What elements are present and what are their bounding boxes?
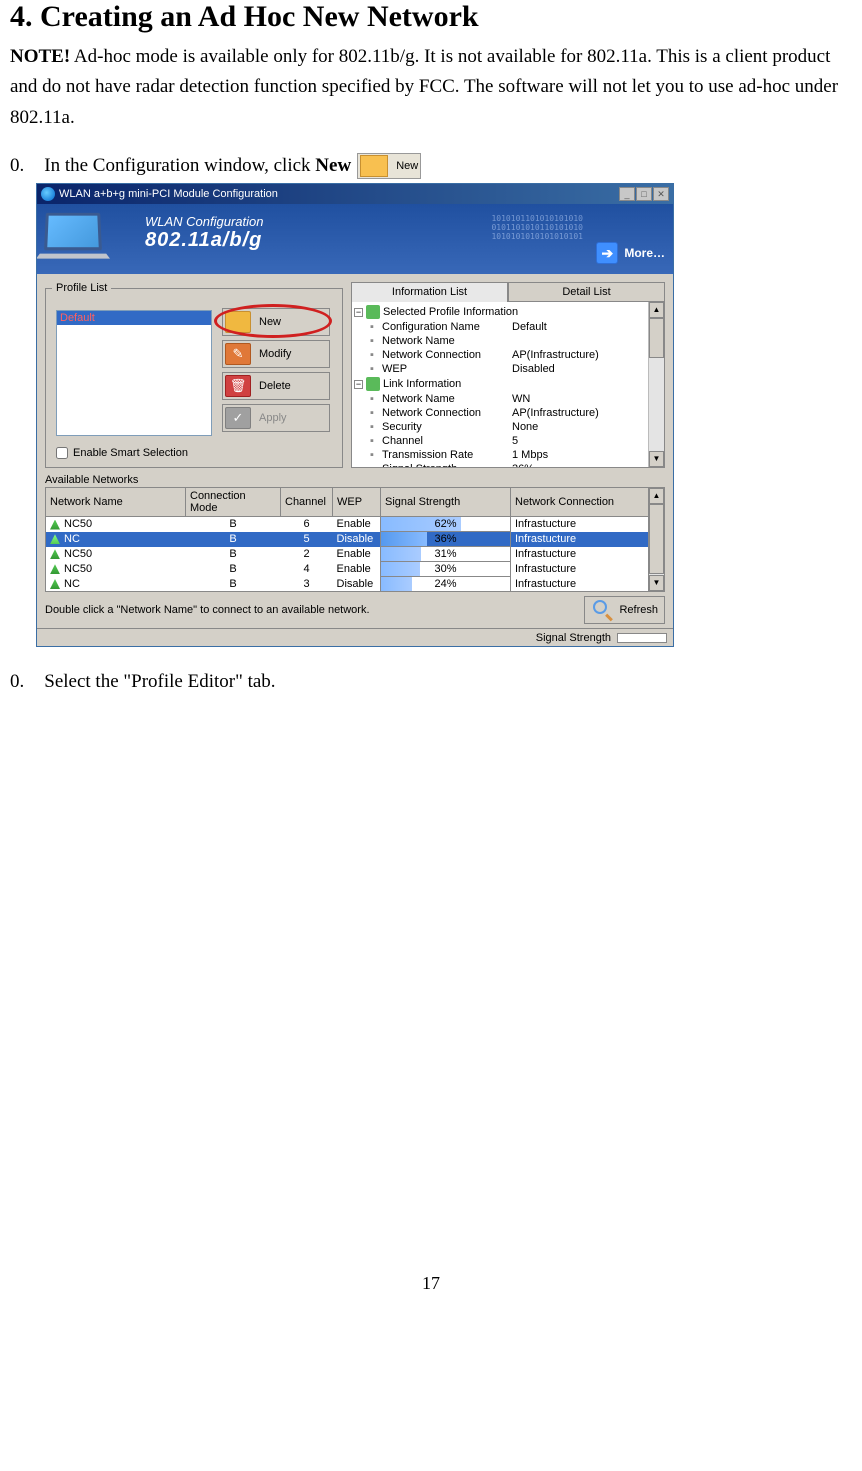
col-wep[interactable]: WEP: [333, 488, 381, 517]
col-connection-mode[interactable]: Connection Mode: [186, 488, 281, 517]
window-titlebar[interactable]: WLAN a+b+g mini-PCI Module Configuration…: [37, 184, 673, 204]
available-networks-table[interactable]: Network Name Connection Mode Channel WEP…: [45, 487, 649, 592]
scroll-down-icon[interactable]: ▼: [649, 575, 664, 591]
table-row[interactable]: NC50B6Enable62%Infrastucture: [46, 517, 649, 532]
more-label: More…: [624, 246, 665, 260]
network-icon: [50, 549, 60, 559]
step-number: 0.: [10, 671, 24, 693]
network-icon: [50, 520, 60, 530]
info-scrollbar[interactable]: ▲ ▼: [648, 302, 664, 467]
new-icon: [225, 311, 251, 333]
profile-list-legend: Profile List: [52, 282, 111, 294]
link-info-icon: [366, 377, 380, 391]
table-row[interactable]: NCB3Disable24%Infrastucture: [46, 577, 649, 592]
smart-selection-label: Enable Smart Selection: [73, 447, 188, 459]
available-networks-hint: Double click a "Network Name" to connect…: [45, 604, 370, 616]
col-network-name[interactable]: Network Name: [46, 488, 186, 517]
scroll-up-icon[interactable]: ▲: [649, 302, 664, 318]
tree-group-profile: Selected Profile Information: [383, 306, 518, 318]
profile-list-group: Profile List Default New ✎ Modify 🗑: [45, 282, 343, 468]
check-icon: ✓: [225, 407, 251, 429]
page-number: 17: [10, 1273, 852, 1294]
tab-information-list[interactable]: Information List: [351, 282, 508, 302]
arrow-right-icon: ➔: [596, 242, 618, 264]
col-signal-strength[interactable]: Signal Strength: [381, 488, 511, 517]
table-row[interactable]: NC50B2Enable31%Infrastucture: [46, 547, 649, 562]
tree-row: ▪SecurityNone: [354, 420, 646, 434]
signal-indicator: [617, 633, 667, 643]
close-button[interactable]: ✕: [653, 187, 669, 201]
delete-button-label: Delete: [259, 380, 291, 392]
apply-button-label: Apply: [259, 412, 287, 424]
window-title: WLAN a+b+g mini-PCI Module Configuration: [59, 188, 278, 200]
refresh-button[interactable]: Refresh: [584, 596, 665, 624]
network-icon: [50, 579, 60, 589]
profile-listbox[interactable]: Default: [56, 310, 212, 436]
tree-group-link: Link Information: [383, 378, 461, 390]
modify-icon: ✎: [225, 343, 251, 365]
step-number: 0.: [10, 155, 24, 177]
new-button-label: New: [259, 316, 281, 328]
tree-row: ▪WEPDisabled: [354, 362, 646, 376]
available-networks-label: Available Networks: [45, 474, 665, 486]
new-button-label: New: [396, 160, 418, 172]
section-heading: 4. Creating an Ad Hoc New Network: [10, 0, 852, 34]
laptop-graphic: [45, 212, 125, 266]
apply-button: ✓ Apply: [222, 404, 330, 432]
tree-row: ▪Network Name: [354, 334, 646, 348]
wlan-config-window: WLAN a+b+g mini-PCI Module Configuration…: [36, 183, 674, 647]
banner-decoration: 1010101101010101010 0101101010110101010 …: [491, 214, 583, 241]
info-tree[interactable]: − Selected Profile Information ▪Configur…: [352, 302, 648, 467]
status-label: Signal Strength: [536, 632, 611, 644]
scroll-down-icon[interactable]: ▼: [649, 451, 664, 467]
tree-row: ▪Channel5: [354, 434, 646, 448]
tree-row: ▪Signal Strength36%: [354, 462, 646, 467]
network-icon: [50, 534, 60, 544]
col-network-connection[interactable]: Network Connection: [511, 488, 649, 517]
tree-row: ▪Transmission Rate1 Mbps: [354, 448, 646, 462]
table-row[interactable]: NCB5Disable36%Infrastucture: [46, 532, 649, 547]
profile-item-default[interactable]: Default: [57, 311, 211, 325]
intro-text: Ad-hoc mode is available only for 802.11…: [10, 46, 838, 128]
tab-detail-list[interactable]: Detail List: [508, 282, 665, 302]
tree-collapse-icon[interactable]: −: [354, 380, 363, 389]
note-label: NOTE!: [10, 46, 70, 67]
tree-row: ▪Configuration NameDefault: [354, 320, 646, 334]
trash-icon: 🗑: [225, 375, 251, 397]
scroll-thumb[interactable]: [649, 504, 664, 574]
more-button[interactable]: ➔ More…: [596, 242, 665, 264]
refresh-label: Refresh: [619, 604, 658, 616]
statusbar: Signal Strength: [37, 628, 673, 646]
banner: WLAN Configuration 802.11a/b/g 101010110…: [37, 204, 673, 274]
step-text: In the Configuration window, click New: [44, 155, 351, 177]
minimize-button[interactable]: _: [619, 187, 635, 201]
magnifier-icon: [591, 599, 613, 621]
table-row[interactable]: NC50B4Enable30%Infrastucture: [46, 562, 649, 577]
modify-button-label: Modify: [259, 348, 291, 360]
new-button[interactable]: New: [222, 308, 330, 336]
new-button-inline-illustration: New: [357, 153, 421, 179]
smart-selection-checkbox[interactable]: Enable Smart Selection: [56, 447, 188, 459]
scroll-thumb[interactable]: [649, 318, 664, 358]
info-panel: − Selected Profile Information ▪Configur…: [351, 302, 665, 468]
network-icon: [50, 564, 60, 574]
col-channel[interactable]: Channel: [281, 488, 333, 517]
scroll-up-icon[interactable]: ▲: [649, 488, 664, 504]
tree-row: ▪Network ConnectionAP(Infrastructure): [354, 406, 646, 420]
intro-paragraph: NOTE! Ad-hoc mode is available only for …: [10, 42, 852, 133]
banner-line1: WLAN Configuration: [145, 214, 264, 229]
banner-line2: 802.11a/b/g: [145, 229, 264, 252]
app-icon: [41, 187, 55, 201]
avail-scrollbar[interactable]: ▲ ▼: [649, 487, 665, 592]
profile-info-icon: [366, 305, 380, 319]
tree-row: ▪Network ConnectionAP(Infrastructure): [354, 348, 646, 362]
tree-collapse-icon[interactable]: −: [354, 308, 363, 317]
delete-button[interactable]: 🗑 Delete: [222, 372, 330, 400]
tree-row: ▪Network NameWN: [354, 392, 646, 406]
new-icon: [360, 155, 388, 177]
step-text: Select the "Profile Editor" tab.: [44, 671, 275, 693]
smart-selection-input[interactable]: [56, 447, 68, 459]
modify-button[interactable]: ✎ Modify: [222, 340, 330, 368]
maximize-button[interactable]: □: [636, 187, 652, 201]
